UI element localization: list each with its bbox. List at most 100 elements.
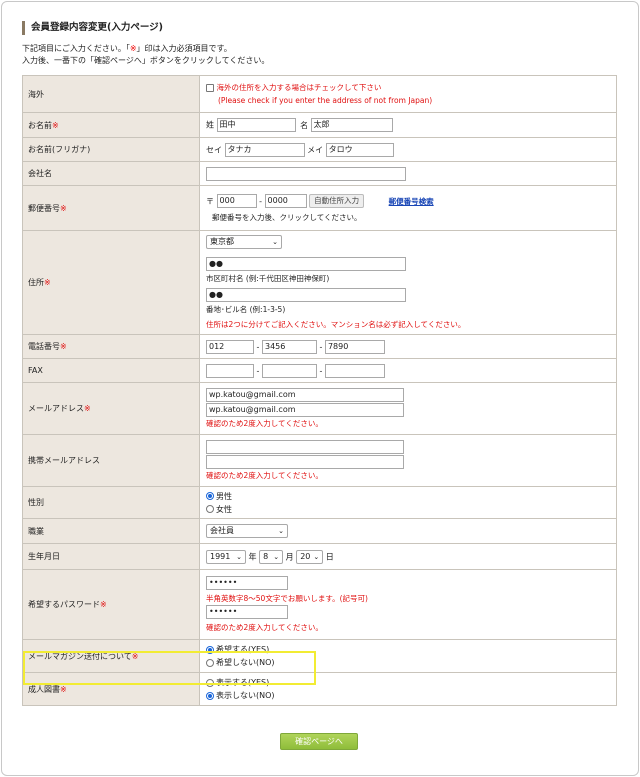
- confirm-page-button[interactable]: 確認ページへ: [280, 733, 358, 750]
- row-postal: 郵便番号※ 〒 000 - 0000 自動住所入力 郵便番号検索 郵便番号を入力…: [22, 185, 617, 231]
- kana-sei-label: セイ: [206, 145, 222, 154]
- phone-dash: -: [319, 342, 323, 351]
- phone-dash: -: [256, 342, 260, 351]
- postal-input-1[interactable]: 000: [216, 194, 257, 208]
- row-birth: 生年月日 1991 ⌄ 年 8 ⌄ 月 20 ⌄ 日: [22, 543, 617, 570]
- email-input-2[interactable]: wp.katou@gmail.com: [206, 402, 404, 417]
- fax-input-2[interactable]: [261, 363, 317, 378]
- mobile-email-label: 携帯メールアドレス: [22, 434, 200, 487]
- mobile-email-note: 確認のため2度入力してください。: [206, 471, 323, 480]
- phone-input-3[interactable]: 7890: [324, 339, 385, 354]
- phone-label: 電話番号: [28, 342, 60, 351]
- fax-label: FAX: [22, 358, 200, 383]
- email-note: 確認のため2度入力してください。: [206, 419, 323, 428]
- gender-female-radio[interactable]: [206, 505, 214, 513]
- adult-label: 成人図書: [28, 684, 60, 694]
- required-mark: ※: [131, 651, 139, 661]
- magazine-yes-radio[interactable]: [206, 645, 214, 654]
- postal-label: 郵便番号: [28, 203, 60, 213]
- row-kana: お名前(フリガナ) セイ タナカ メイ タロウ: [22, 137, 617, 162]
- adult-no-radio[interactable]: [206, 691, 214, 700]
- magazine-label: メールマガジン送付について: [28, 651, 132, 661]
- chevron-down-icon: ⌄: [273, 552, 280, 561]
- chevron-down-icon: ⌄: [272, 238, 278, 246]
- overseas-checkbox-text: 海外の住所を入力する場合はチェックして下さい: [216, 83, 382, 92]
- city-hint: 市区町村名 (例:千代田区神田神保町): [206, 273, 330, 283]
- required-mark: ※: [84, 404, 91, 413]
- chevron-down-icon: ⌄: [236, 552, 242, 561]
- magazine-no-label: 希望しない(NO): [216, 658, 275, 667]
- required-mark: ※: [44, 278, 51, 287]
- birth-day-select[interactable]: 20 ⌄: [296, 549, 324, 564]
- phone-input-2[interactable]: 3456: [261, 339, 317, 354]
- row-address: 住所※ 東京都 ⌄ ●● 市区町村名 (例:千代田区神田神保町) ●● 番地･ビル…: [22, 230, 617, 335]
- sei-label: 姓: [206, 120, 214, 130]
- kana-mei-label: メイ: [307, 145, 324, 154]
- gender-female-label: 女性: [216, 504, 232, 514]
- year-unit: 年: [248, 552, 257, 561]
- job-label: 職業: [22, 518, 200, 544]
- company-label: 会社名: [22, 161, 200, 186]
- email-label: メールアドレス: [28, 404, 84, 413]
- row-adult: 成人図書※ 表示する(YES) 表示しない(NO): [22, 672, 617, 706]
- magazine-yes-label: 希望する(YES): [216, 645, 270, 654]
- row-password: 希望するパスワード※ •••••• 半角英数字8～50文字でお願いします。(記号…: [22, 569, 617, 640]
- month-unit: 月: [285, 552, 294, 561]
- password-label: 希望するパスワード: [28, 600, 100, 609]
- chevron-down-icon: ⌄: [278, 527, 284, 535]
- row-fax: FAX - -: [22, 358, 617, 383]
- mei-input[interactable]: 太郎: [310, 118, 393, 132]
- overseas-label: 海外: [22, 75, 200, 113]
- intro-text: 下記項目にご入力ください。「※」印は入力必須項目です。 入力後、一番下の「確認ペ…: [22, 44, 270, 65]
- email-input-1[interactable]: wp.katou@gmail.com: [206, 387, 404, 402]
- adult-yes-radio[interactable]: [206, 678, 214, 687]
- required-mark: ※: [60, 203, 67, 213]
- row-mobile-email: 携帯メールアドレス 確認のため2度入力してください。: [22, 434, 617, 487]
- password-hint: 半角英数字8～50文字でお願いします。(記号可): [206, 593, 368, 603]
- adult-no-label: 表示しない(NO): [216, 691, 275, 700]
- mobile-email-input-1[interactable]: [206, 439, 404, 454]
- password-note: 確認のため2度入力してください。: [206, 622, 323, 632]
- row-email: メールアドレス※ wp.katou@gmail.com wp.katou@gma…: [22, 382, 617, 435]
- birth-label: 生年月日: [22, 543, 200, 570]
- name-label: お名前: [28, 120, 52, 130]
- chevron-down-icon: ⌄: [313, 552, 320, 561]
- required-mark: ※: [100, 600, 107, 609]
- member-form: 海外 海外の住所を入力する場合はチェックして下さい (Please check …: [22, 75, 617, 706]
- fax-input-3[interactable]: [324, 363, 385, 378]
- street-hint: 番地･ビル名 (例:1-3-5): [206, 304, 286, 314]
- company-input[interactable]: [206, 166, 406, 181]
- kana-sei-input[interactable]: タナカ: [224, 142, 305, 157]
- gender-male-label: 男性: [216, 491, 232, 501]
- password-input-2[interactable]: ••••••: [206, 605, 288, 619]
- fax-input-1[interactable]: [206, 363, 254, 378]
- street-input[interactable]: ●●: [206, 288, 406, 302]
- city-input[interactable]: ●●: [206, 257, 406, 271]
- job-select[interactable]: 会社員 ⌄: [206, 524, 288, 538]
- mei-label: 名: [300, 120, 309, 130]
- auto-address-button[interactable]: 自動住所入力: [309, 194, 365, 208]
- page-title: 会員登録内容変更(入力ページ): [22, 21, 163, 35]
- gender-male-radio[interactable]: [206, 492, 214, 500]
- row-overseas: 海外 海外の住所を入力する場合はチェックして下さい (Please check …: [22, 75, 617, 113]
- phone-input-1[interactable]: 012: [206, 339, 254, 354]
- overseas-checkbox-text-en: (Please check if you enter the address o…: [218, 96, 433, 105]
- adult-yes-label: 表示する(YES): [216, 678, 270, 687]
- postal-input-2[interactable]: 0000: [264, 194, 307, 208]
- address-label: 住所: [28, 278, 44, 287]
- fax-dash: -: [256, 366, 260, 375]
- birth-year-select[interactable]: 1991 ⌄: [206, 549, 246, 564]
- birth-month-select[interactable]: 8 ⌄: [259, 549, 284, 564]
- sei-input[interactable]: 田中: [216, 118, 296, 132]
- kana-mei-input[interactable]: タロウ: [325, 142, 394, 157]
- overseas-checkbox[interactable]: [206, 83, 214, 92]
- postal-dash: -: [259, 196, 262, 206]
- row-job: 職業 会社員 ⌄: [22, 518, 617, 544]
- postal-hint: 郵便番号を入力後、クリックしてください。: [212, 212, 362, 222]
- magazine-no-radio[interactable]: [206, 658, 214, 667]
- postal-search-link[interactable]: 郵便番号検索: [389, 197, 434, 206]
- mobile-email-input-2[interactable]: [206, 454, 404, 469]
- row-magazine: メールマガジン送付について※ 希望する(YES) 希望しない(NO): [22, 639, 617, 673]
- prefecture-select[interactable]: 東京都 ⌄: [206, 235, 282, 249]
- password-input-1[interactable]: ••••••: [206, 576, 288, 590]
